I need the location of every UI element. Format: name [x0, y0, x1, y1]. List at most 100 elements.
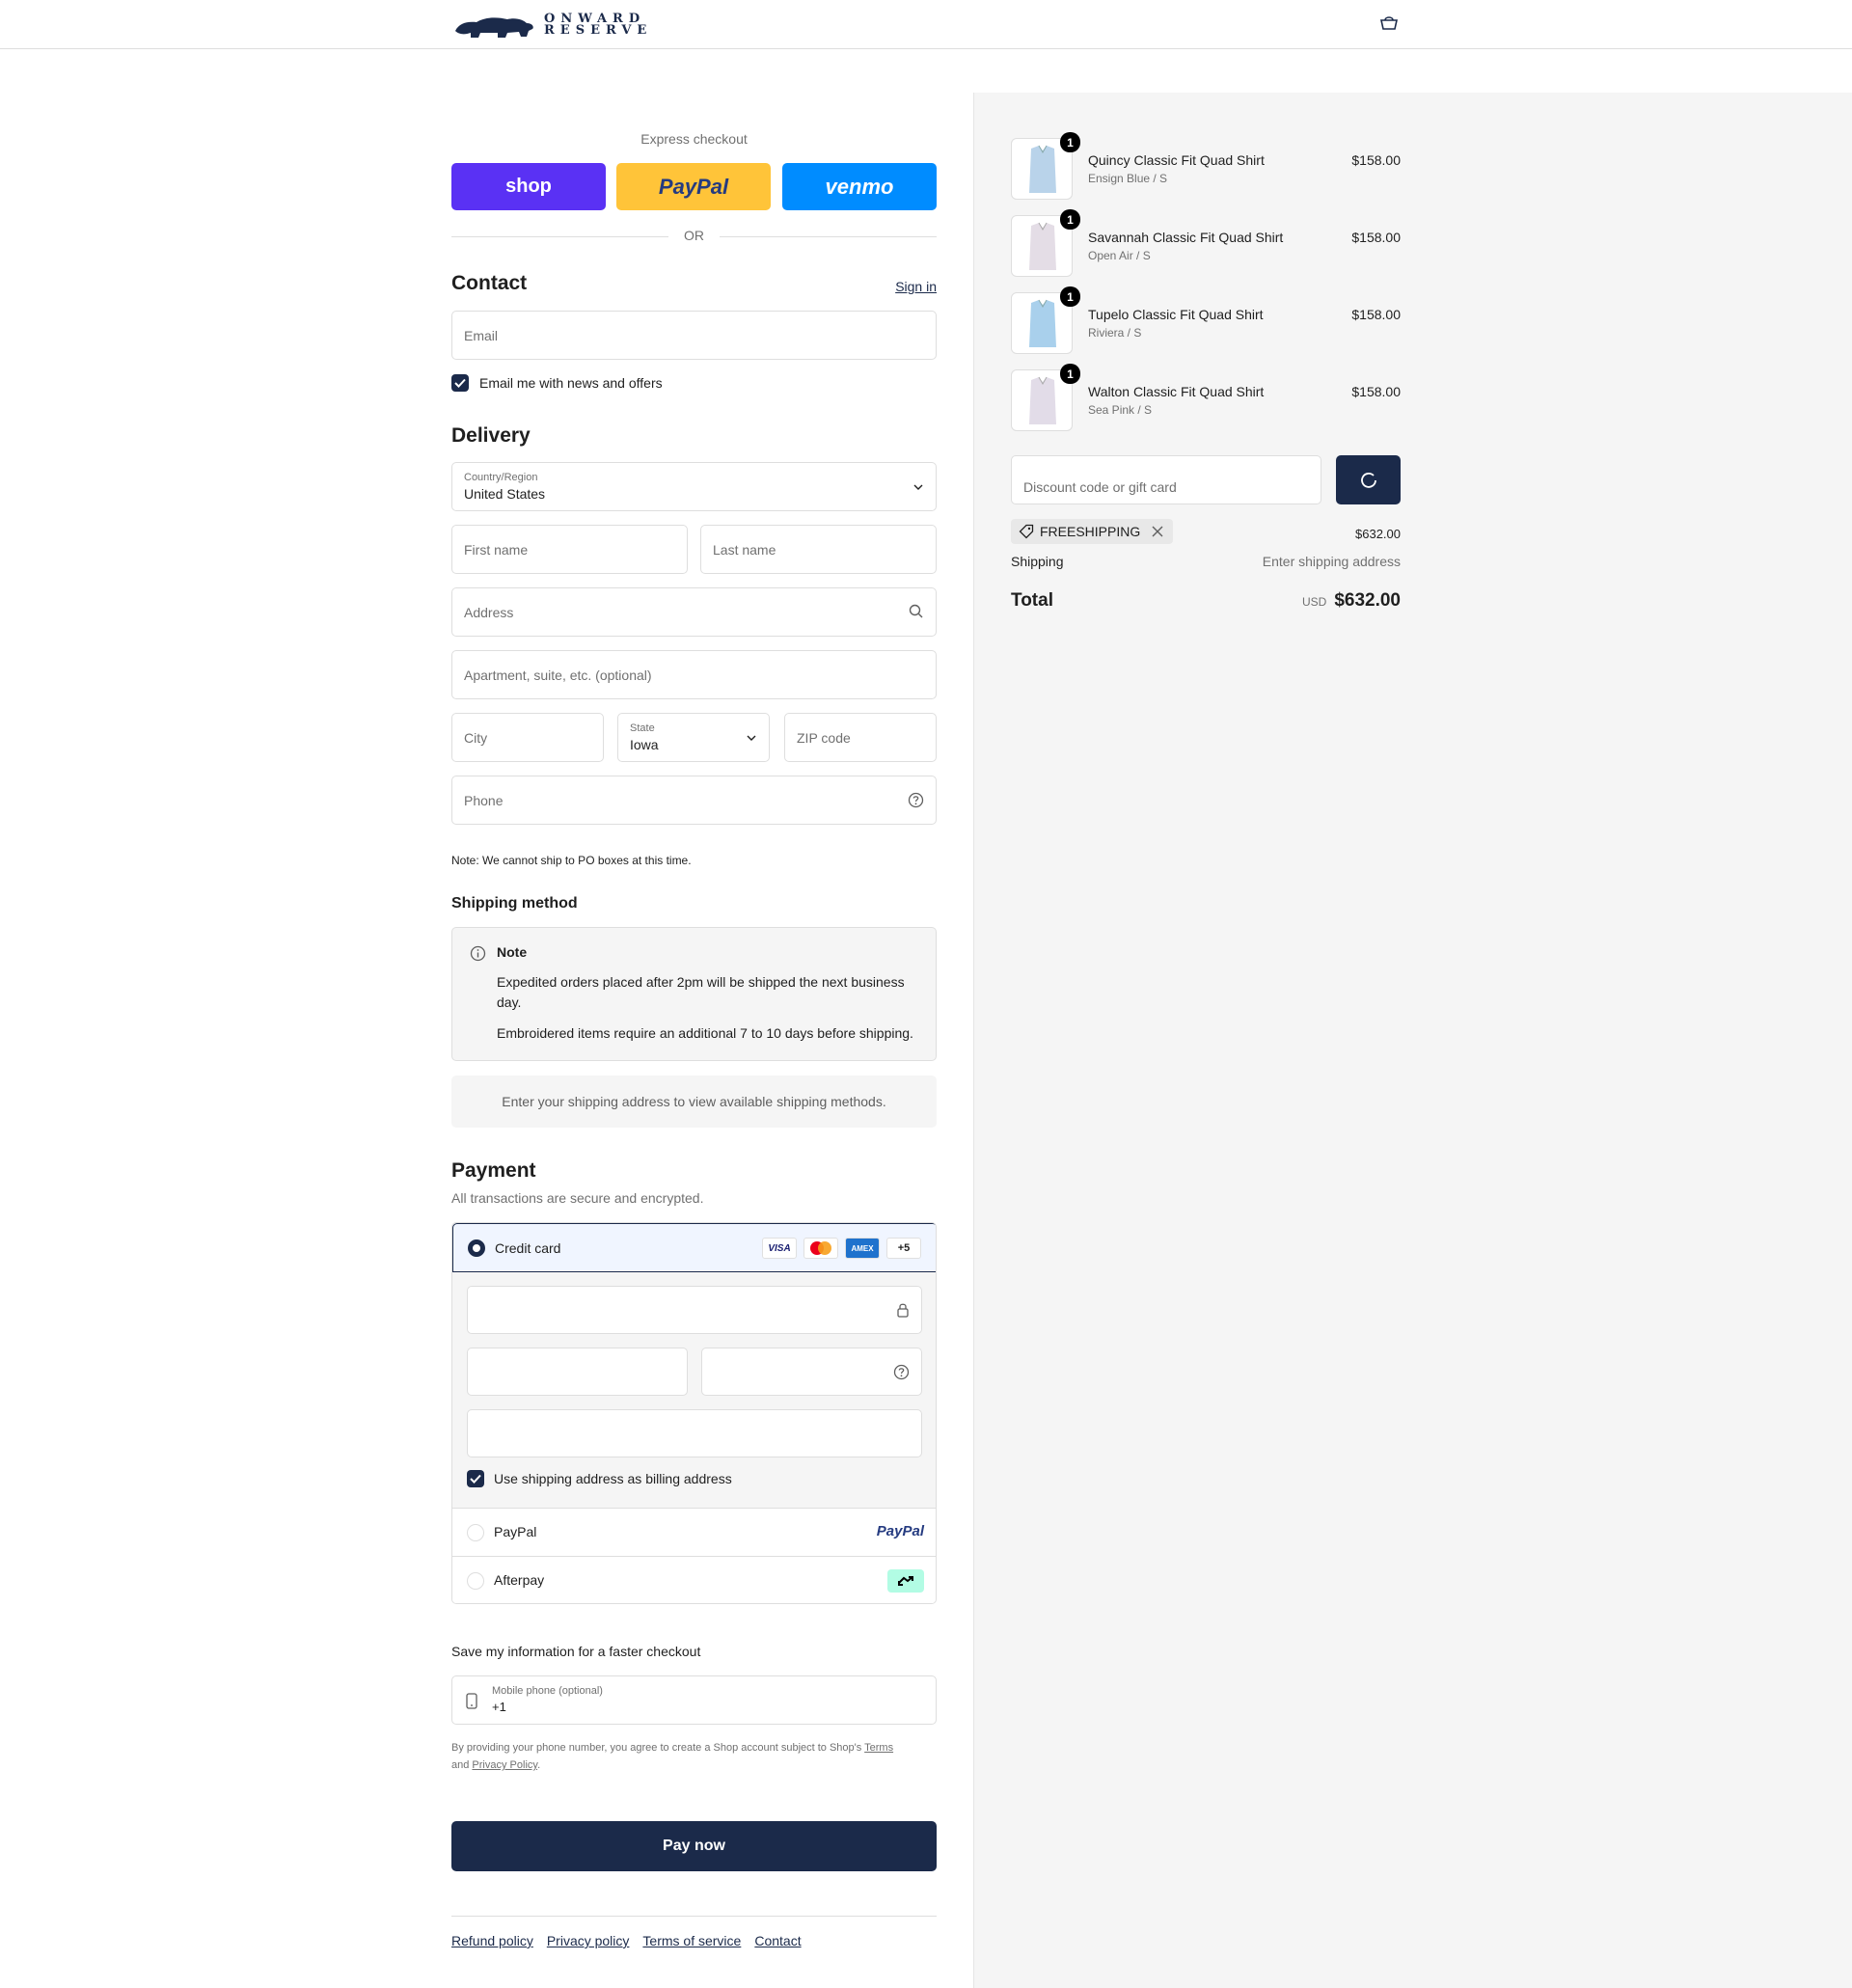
state-label: State: [630, 722, 655, 734]
email-placeholder: Email: [464, 328, 499, 343]
legal-end: .: [537, 1759, 541, 1771]
paypal-radio[interactable]: [467, 1524, 484, 1541]
express-checkout-label: Express checkout: [640, 131, 748, 147]
check-icon: [470, 1474, 481, 1484]
more-cards-badge: +5: [886, 1238, 921, 1259]
card-number-field[interactable]: [467, 1286, 922, 1334]
or-line-right: [720, 236, 937, 237]
help-icon[interactable]: [893, 1364, 910, 1383]
item-variant: Riviera / S: [1088, 326, 1142, 340]
venmo-button[interactable]: venmo: [782, 163, 937, 210]
discount-placeholder: Discount code or gift card: [1023, 479, 1177, 495]
help-icon[interactable]: [908, 792, 924, 811]
mobile-value: +1: [492, 1700, 506, 1714]
item-price: $158.00: [1351, 152, 1401, 168]
contact-link[interactable]: Contact: [754, 1933, 801, 1948]
country-label: Country/Region: [464, 472, 538, 483]
paypal-express-button[interactable]: PayPal: [616, 163, 771, 210]
email-field[interactable]: Email: [451, 311, 937, 360]
close-icon[interactable]: [1152, 526, 1163, 537]
address-field[interactable]: Address: [451, 587, 937, 637]
cart-item: 1 Tupelo Classic Fit Quad Shirt Riviera …: [1011, 286, 1401, 354]
search-icon: [909, 604, 924, 622]
shop-pay-button[interactable]: shop: [451, 163, 606, 210]
item-price: $158.00: [1351, 230, 1401, 245]
address-placeholder: Address: [464, 605, 514, 620]
currency-code: USD: [1301, 595, 1327, 609]
expiration-field[interactable]: [467, 1348, 688, 1396]
chevron-down-icon: [746, 731, 757, 747]
footer-divider: [451, 1916, 937, 1917]
privacy-policy-footer-link[interactable]: Privacy policy: [547, 1933, 630, 1948]
site-header: ONWARD RESERVE: [0, 0, 1852, 49]
onward-reserve-logo[interactable]: ONWARD RESERVE: [451, 12, 652, 39]
zip-field[interactable]: ZIP code: [784, 713, 937, 762]
quantity-badge: 1: [1060, 132, 1080, 152]
note-title: Note: [497, 944, 528, 960]
city-field[interactable]: City: [451, 713, 604, 762]
total-amount: USD $632.00: [1302, 590, 1401, 612]
item-price: $158.00: [1351, 307, 1401, 322]
afterpay-logo-icon: [887, 1569, 924, 1593]
quantity-badge: 1: [1060, 286, 1080, 307]
visa-icon: VISA: [762, 1238, 797, 1259]
billing-same-checkbox[interactable]: [467, 1470, 484, 1487]
terms-link[interactable]: Terms: [864, 1742, 893, 1754]
first-name-placeholder: First name: [464, 542, 529, 558]
afterpay-radio[interactable]: [467, 1572, 484, 1590]
save-info-heading: Save my information for a faster checkou…: [451, 1644, 701, 1659]
refund-policy-link[interactable]: Refund policy: [451, 1933, 533, 1948]
credit-card-radio[interactable]: [468, 1239, 485, 1257]
legal-and: and: [451, 1759, 473, 1771]
last-name-placeholder: Last name: [713, 542, 776, 558]
phone-field[interactable]: Phone: [451, 776, 937, 825]
cart-item: 1 Savannah Classic Fit Quad Shirt Open A…: [1011, 209, 1401, 277]
quantity-badge: 1: [1060, 209, 1080, 230]
note-line-1: Expedited orders placed after 2pm will b…: [497, 974, 905, 1010]
phone-placeholder: Phone: [464, 793, 504, 808]
afterpay-option[interactable]: Afterpay: [452, 1557, 936, 1603]
payment-options: Credit card VISA AMEX +5 Use shipping ad…: [451, 1222, 937, 1604]
credit-card-form: Use shipping address as billing address: [452, 1272, 936, 1509]
credit-card-option[interactable]: Credit card VISA AMEX +5: [452, 1223, 936, 1272]
cart-icon[interactable]: [1379, 15, 1399, 34]
sign-in-link[interactable]: Sign in: [895, 279, 937, 294]
discount-code-field[interactable]: Discount code or gift card: [1011, 455, 1321, 504]
pay-now-button[interactable]: Pay now: [451, 1821, 937, 1871]
delivery-heading: Delivery: [451, 424, 531, 447]
state-select[interactable]: State Iowa: [617, 713, 770, 762]
last-name-field[interactable]: Last name: [700, 525, 937, 574]
cart-item: 1 Walton Classic Fit Quad Shirt Sea Pink…: [1011, 364, 1401, 431]
po-box-note: Note: We cannot ship to PO boxes at this…: [451, 854, 692, 867]
spinner-icon: [1360, 472, 1376, 488]
shipping-methods-placeholder: Enter your shipping address to view avai…: [451, 1076, 937, 1128]
terms-of-service-link[interactable]: Terms of service: [642, 1933, 741, 1948]
apartment-field[interactable]: Apartment, suite, etc. (optional): [451, 650, 937, 699]
check-icon: [454, 378, 466, 388]
paypal-express-label: PayPal: [658, 174, 729, 199]
total-label: Total: [1011, 590, 1053, 611]
quantity-badge: 1: [1060, 364, 1080, 384]
newsletter-checkbox[interactable]: [451, 374, 469, 392]
item-name: Walton Classic Fit Quad Shirt: [1088, 384, 1265, 399]
item-variant: Open Air / S: [1088, 249, 1151, 262]
payment-subtitle: All transactions are secure and encrypte…: [451, 1190, 704, 1206]
payment-heading: Payment: [451, 1159, 536, 1182]
paypal-label: PayPal: [494, 1524, 537, 1539]
first-name-field[interactable]: First name: [451, 525, 688, 574]
country-select[interactable]: Country/Region United States: [451, 462, 937, 511]
mobile-phone-field[interactable]: Mobile phone (optional) +1: [451, 1675, 937, 1725]
or-text: OR: [684, 228, 704, 243]
apply-discount-button[interactable]: [1336, 455, 1401, 504]
afterpay-label: Afterpay: [494, 1572, 545, 1588]
name-on-card-field[interactable]: [467, 1409, 922, 1457]
security-code-field[interactable]: [701, 1348, 922, 1396]
newsletter-label: Email me with news and offers: [479, 375, 663, 391]
item-price: $158.00: [1351, 384, 1401, 399]
total-value: $632.00: [1334, 590, 1401, 611]
privacy-policy-link[interactable]: Privacy Policy: [472, 1759, 537, 1771]
paypal-option[interactable]: PayPal PayPal: [452, 1509, 936, 1557]
bear-icon: [455, 17, 533, 38]
note-line-2: Embroidered items require an additional …: [497, 1025, 913, 1041]
shipping-label: Shipping: [1011, 554, 1064, 569]
